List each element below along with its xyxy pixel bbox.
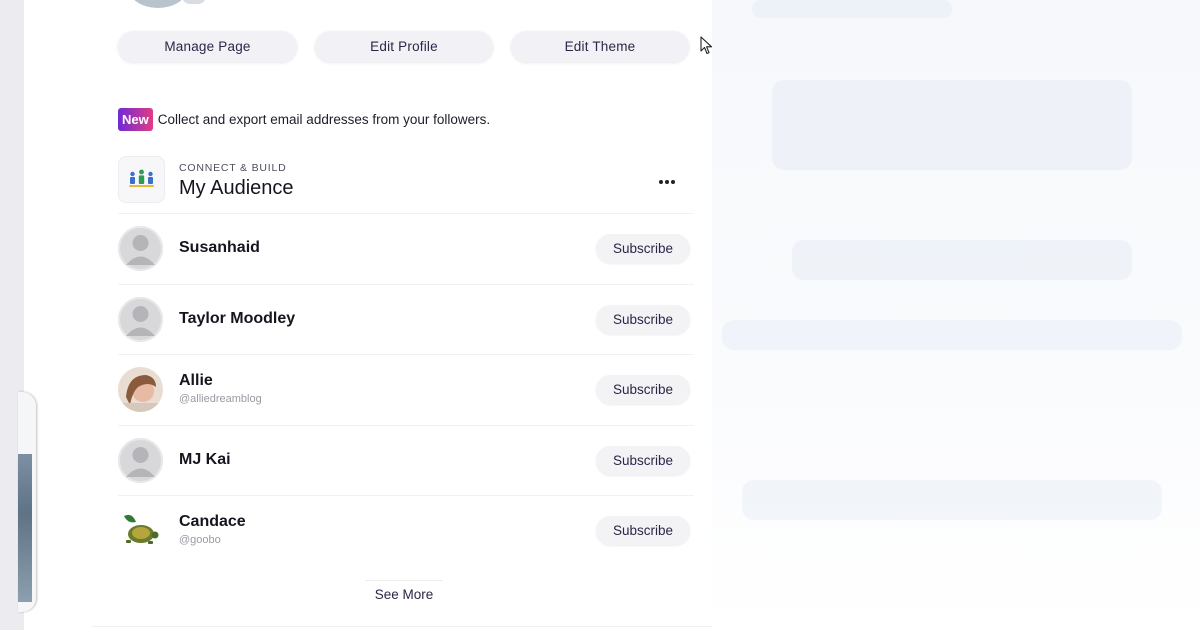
blurred-block <box>792 240 1132 280</box>
email-export-notice: New Collect and export email addresses f… <box>118 108 490 131</box>
audience-section-header: CONNECT & BUILD My Audience <box>118 156 694 214</box>
blurred-block <box>752 0 952 18</box>
follower-row: Taylor Moodley Subscribe <box>118 283 694 355</box>
follower-row: Susanhaid Subscribe <box>118 213 694 284</box>
more-horizontal-icon <box>671 179 675 184</box>
follower-row: Allie @alliedreamblog Subscribe <box>118 354 694 425</box>
profile-actions: Manage Page Edit Profile Edit Theme <box>118 31 689 62</box>
follower-row: Candace @goobo Subscribe <box>118 495 694 566</box>
follower-name: Candace <box>179 513 246 530</box>
section-title: My Audience <box>179 177 294 199</box>
follower-name: Allie <box>179 372 213 389</box>
see-more-button[interactable]: See More <box>365 580 443 608</box>
follower-handle: @alliedreamblog <box>179 393 262 405</box>
follower-name: Susanhaid <box>179 239 260 256</box>
subscribe-button[interactable]: Subscribe <box>596 234 690 263</box>
edit-profile-button[interactable]: Edit Profile <box>315 31 493 62</box>
phone-preview-frame <box>18 392 36 612</box>
notice-text: Collect and export email addresses from … <box>157 112 491 127</box>
follower-row: MJ Kai Subscribe <box>118 424 694 496</box>
more-horizontal-icon <box>659 179 663 184</box>
follower-handle: @goobo <box>179 534 221 546</box>
turtle-avatar <box>118 508 163 553</box>
new-badge: New <box>118 108 153 131</box>
follower-name: Taylor Moodley <box>179 309 296 327</box>
subscribe-button[interactable]: Subscribe <box>596 445 690 475</box>
follower-name: MJ Kai <box>179 450 231 468</box>
default-avatar-icon <box>118 296 163 342</box>
right-panel-blurred <box>712 0 1200 630</box>
default-avatar-icon <box>118 226 163 271</box>
subscribe-button[interactable]: Subscribe <box>596 375 690 404</box>
mouse-cursor-icon <box>700 36 713 55</box>
more-horizontal-icon <box>665 179 669 184</box>
audience-people-icon <box>118 156 165 203</box>
profile-avatar <box>128 0 188 8</box>
manage-page-button[interactable]: Manage Page <box>118 31 297 62</box>
more-options-button[interactable] <box>654 170 680 188</box>
blurred-block <box>722 320 1182 350</box>
edit-theme-button[interactable]: Edit Theme <box>511 31 689 62</box>
follower-list: Susanhaid Subscribe Taylor Moodley Subsc… <box>118 213 694 566</box>
blurred-block <box>742 480 1162 520</box>
subscribe-button[interactable]: Subscribe <box>596 304 690 334</box>
photo-avatar <box>118 367 163 412</box>
subscribe-button[interactable]: Subscribe <box>596 516 690 545</box>
avatar-badge <box>182 0 206 4</box>
phone-preview-screen <box>18 454 32 602</box>
section-eyebrow: CONNECT & BUILD <box>179 162 287 174</box>
blurred-block <box>772 80 1132 170</box>
bottom-divider <box>92 626 712 627</box>
default-avatar-icon <box>118 437 163 483</box>
